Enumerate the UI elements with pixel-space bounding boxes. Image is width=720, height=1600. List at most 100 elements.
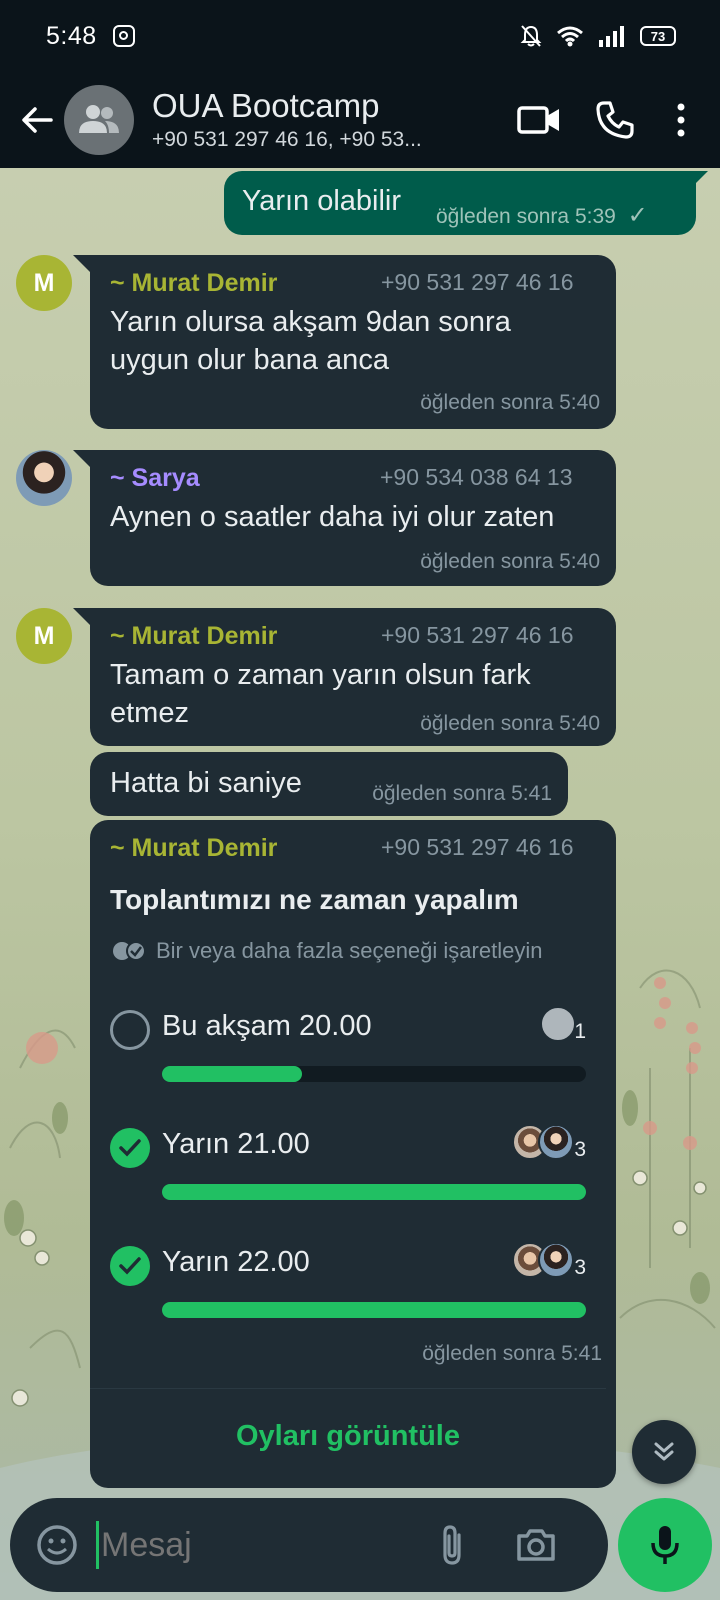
sender-phone: +90 534 038 64 13 — [380, 464, 573, 490]
bell-muted-icon — [520, 25, 542, 47]
chat-info[interactable]: OUA Bootcamp +90 531 297 46 16, +90 53..… — [152, 86, 452, 154]
voice-call-button[interactable] — [590, 95, 640, 145]
poll-option-label: Yarın 22.00 — [162, 1246, 310, 1278]
battery-level: 73 — [650, 28, 666, 44]
message-text: Yarın olursa akşam 9dan sonra uygun olur… — [110, 303, 511, 379]
message-line: uygun olur bana anca — [110, 344, 389, 376]
status-bar: 5:48 73 — [0, 0, 720, 72]
sender-avatar[interactable]: M — [16, 608, 72, 664]
camera-button[interactable] — [511, 1520, 561, 1570]
battery-indicator: 73 — [640, 26, 676, 46]
message-input[interactable] — [101, 1525, 421, 1565]
signal-icon — [599, 26, 624, 47]
sender-name[interactable]: ~ Sarya — [110, 464, 200, 493]
poll-hint: Bir veya daha fazla seçeneği işaretleyin — [112, 938, 542, 964]
video-camera-icon — [517, 106, 559, 134]
chat-header: OUA Bootcamp +90 531 297 46 16, +90 53..… — [0, 72, 720, 168]
message-composer — [10, 1498, 608, 1592]
poll-option-checkbox[interactable] — [110, 1246, 150, 1286]
camera-icon — [517, 1529, 555, 1561]
wifi-icon — [557, 26, 583, 47]
microphone-icon — [651, 1526, 679, 1564]
poll-option-checkbox[interactable] — [110, 1128, 150, 1168]
check-icon — [119, 1257, 141, 1275]
avatar-letter: M — [33, 621, 55, 650]
video-call-button[interactable] — [514, 95, 564, 145]
poll-message: ~ Murat Demir +90 531 297 46 16 Toplantı… — [90, 820, 616, 1488]
poll-vote-count: 3 — [574, 1256, 586, 1279]
sender-phone: +90 531 297 46 16 — [381, 269, 574, 295]
poll-progress-fill — [162, 1066, 302, 1082]
poll-progress-track — [162, 1066, 586, 1082]
poll-title: Toplantımızı ne zaman yapalım — [110, 884, 519, 915]
chat-title: OUA Bootcamp — [152, 87, 380, 124]
message-timestamp: öğleden sonra 5:40 — [420, 550, 600, 573]
poll-progress-track — [162, 1184, 586, 1200]
poll-option[interactable]: Bu akşam 20.00 1 — [90, 1006, 606, 1116]
message-line: Tamam o zaman yarın olsun fark — [110, 659, 531, 691]
poll-progress-track — [162, 1302, 586, 1318]
sender-phone: +90 531 297 46 16 — [381, 834, 574, 860]
phone-icon — [596, 101, 634, 139]
message-text: Hatta bi saniye — [110, 767, 302, 799]
bubble-tail — [73, 255, 91, 273]
message-bubble-incoming[interactable]: ~ Murat Demir +90 531 297 46 16 Tamam o … — [90, 608, 616, 746]
message-time: öğleden sonra 5:39 ✓ — [436, 201, 648, 230]
scroll-to-bottom-button[interactable] — [632, 1420, 696, 1484]
chat-members: +90 531 297 46 16, +90 53... — [152, 128, 422, 151]
message-text: Yarın olabilir — [242, 185, 402, 217]
double-check-circle-icon — [113, 941, 146, 961]
message-timestamp: öğleden sonra 5:40 — [420, 712, 600, 735]
sender-avatar[interactable]: M — [16, 255, 72, 311]
message-timestamp: öğleden sonra 5:39 — [436, 205, 616, 228]
message-bubble-incoming[interactable]: ~ Sarya +90 534 038 64 13 Aynen o saatle… — [90, 450, 616, 586]
poll-hint-text: Bir veya daha fazla seçeneği işaretleyin — [156, 938, 543, 963]
message-bubble-outgoing[interactable]: Yarın olabilir öğleden sonra 5:39 ✓ — [224, 171, 696, 235]
sender-phone: +90 531 297 46 16 — [381, 622, 574, 648]
message-bubble-incoming[interactable]: Hatta bi saniye öğleden sonra 5:41 — [90, 752, 568, 816]
poll-option-checkbox[interactable] — [110, 1010, 150, 1050]
poll-option[interactable]: Yarın 22.00 3 — [90, 1242, 606, 1352]
group-icon — [79, 105, 119, 133]
poll-option[interactable]: Yarın 21.00 3 — [90, 1124, 606, 1234]
poll-vote-count: 1 — [574, 1020, 586, 1043]
avatar-letter: M — [33, 268, 55, 297]
double-chevron-down-icon — [654, 1442, 674, 1461]
voter-avatar — [538, 1242, 574, 1278]
group-avatar[interactable] — [64, 85, 134, 155]
sent-check-icon: ✓ — [627, 202, 648, 229]
message-timestamp: öğleden sonra 5:40 — [420, 391, 600, 414]
message-bubble-incoming[interactable]: ~ Murat Demir +90 531 297 46 16 Yarın ol… — [90, 255, 616, 429]
sender-name[interactable]: ~ Murat Demir — [110, 622, 277, 651]
message-text: Aynen o saatler daha iyi olur zaten — [110, 501, 555, 533]
view-votes-button[interactable]: Oyları görüntüle — [90, 1420, 606, 1453]
paperclip-icon — [443, 1525, 461, 1565]
sender-name[interactable]: ~ Murat Demir — [110, 834, 277, 863]
voter-avatar — [538, 1124, 574, 1160]
emoji-button[interactable] — [32, 1520, 82, 1570]
more-vertical-icon — [677, 103, 685, 137]
arrow-left-icon — [22, 107, 53, 133]
poll-progress-fill — [162, 1184, 586, 1200]
poll-timestamp: öğleden sonra 5:41 — [422, 1342, 602, 1365]
back-button[interactable] — [12, 95, 62, 145]
status-icons: 73 — [520, 24, 676, 48]
header-actions — [488, 95, 696, 145]
more-options-button[interactable] — [666, 95, 696, 145]
poll-option-label: Bu akşam 20.00 — [162, 1010, 372, 1042]
poll-vote-count: 3 — [574, 1138, 586, 1161]
bubble-tail — [73, 608, 91, 626]
sender-avatar[interactable] — [16, 450, 72, 506]
poll-option-label: Yarın 21.00 — [162, 1128, 310, 1160]
sender-name[interactable]: ~ Murat Demir — [110, 269, 277, 298]
bubble-tail — [73, 450, 91, 468]
status-time: 5:48 — [46, 21, 97, 50]
attach-button[interactable] — [427, 1520, 477, 1570]
check-icon — [119, 1139, 141, 1157]
voice-message-button[interactable] — [618, 1498, 712, 1592]
message-timestamp: öğleden sonra 5:41 — [372, 782, 552, 805]
poll-divider — [90, 1388, 606, 1389]
poll-progress-fill — [162, 1302, 586, 1318]
text-caret — [96, 1521, 99, 1569]
instagram-notification-icon — [112, 25, 135, 47]
